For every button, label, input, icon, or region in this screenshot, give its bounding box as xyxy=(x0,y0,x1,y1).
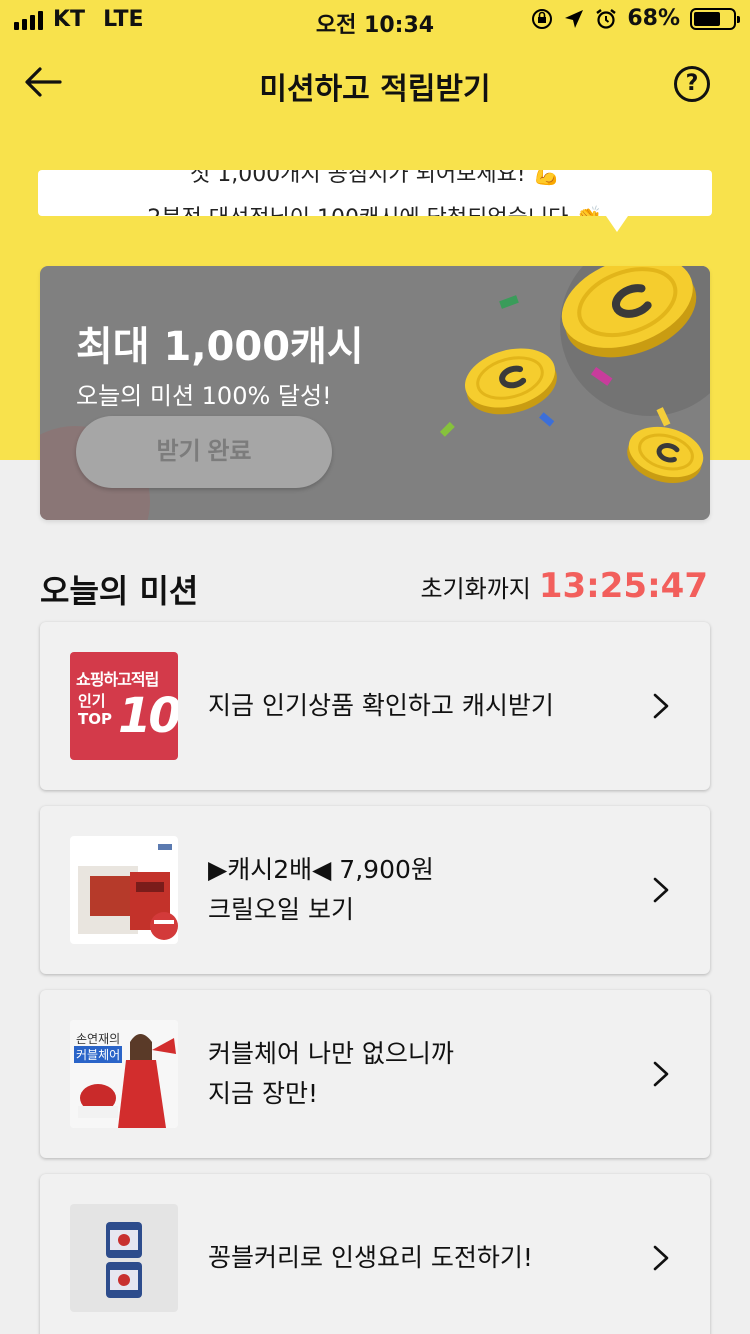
mission-line-2: 지금 장만! xyxy=(208,1079,318,1108)
location-icon xyxy=(565,9,584,28)
orientation-lock-icon xyxy=(532,8,553,29)
nav-bar: 미션하고 적립받기 ? xyxy=(0,50,750,120)
mission-text: 커블체어 나만 없으니까 지금 장만! xyxy=(208,990,454,1158)
mission-text: 꽁블커리로 인생요리 도전하기! xyxy=(208,1174,533,1334)
top10-thumbnail: 쇼핑하고적립 인기 TOP 10 xyxy=(70,652,178,760)
help-icon[interactable]: ? xyxy=(674,66,710,102)
thumb-text: TOP xyxy=(78,710,112,728)
curry-thumbnail xyxy=(70,1204,178,1312)
coins-illustration xyxy=(439,266,704,483)
reset-label: 초기화까지 xyxy=(420,575,531,603)
mission-line-2: 크릴오일 보기 xyxy=(208,895,354,924)
status-bar: KT LTE 오전 10:34 68% xyxy=(0,0,750,40)
chevron-right-icon[interactable] xyxy=(650,692,672,720)
chevron-right-icon[interactable] xyxy=(650,1060,672,1088)
chevron-right-icon[interactable] xyxy=(650,1244,672,1272)
mission-text: 지금 인기상품 확인하고 캐시받기 xyxy=(208,622,554,790)
reset-countdown: 초기화까지 13:25:47 xyxy=(420,566,708,606)
chevron-right-icon[interactable] xyxy=(650,876,672,904)
thumb-text: 쇼핑하고적립 xyxy=(76,670,159,689)
thumb-text: 손연재의 xyxy=(76,1032,121,1046)
page-title: 미션하고 적립받기 xyxy=(259,72,491,107)
thumb-text: 커블체어 xyxy=(74,1046,123,1063)
mission-card[interactable]: 손연재의 커블체어 커블체어 나만 없으니까 지금 장만! xyxy=(40,990,710,1158)
mission-card[interactable]: ▶캐시2배◀ 7,900원 크릴오일 보기 xyxy=(40,806,710,974)
reward-card: 최대 1,000캐시 오늘의 미션 100% 달성! 받기 완료 xyxy=(40,266,710,520)
alarm-icon xyxy=(596,8,617,29)
mission-line-1: 커블체어 나만 없으니까 xyxy=(208,1039,454,1068)
winner-ticker: 첫 1,000개지 공짐지가 되어보세요! 💪 2분전 대선정님이 100캐시에… xyxy=(38,170,712,216)
ticker-pointer xyxy=(606,216,628,232)
krill-oil-thumbnail xyxy=(70,836,178,944)
status-right: 68% xyxy=(531,6,740,31)
claim-complete-button[interactable]: 받기 완료 xyxy=(76,416,332,488)
mission-text: ▶캐시2배◀ 7,900원 크릴오일 보기 xyxy=(208,806,434,974)
mission-line-1: ▶캐시2배◀ 7,900원 xyxy=(208,855,434,884)
reward-subtitle: 오늘의 미션 100% 달성! xyxy=(76,382,332,410)
thumb-text: 10 xyxy=(118,688,178,744)
mission-line-1: 지금 인기상품 확인하고 캐시받기 xyxy=(208,691,554,720)
ticker-line: 첫 1,000개지 공짐지가 되어보세요! 💪 xyxy=(189,170,561,187)
thumb-text: 인기 xyxy=(78,692,106,710)
battery-fill xyxy=(694,11,720,26)
battery-percent: 68% xyxy=(627,6,680,31)
reward-title: 최대 1,000캐시 xyxy=(76,324,364,370)
reset-timer: 13:25:47 xyxy=(538,566,708,606)
chair-thumbnail: 손연재의 커블체어 xyxy=(70,1020,178,1128)
missions-title: 오늘의 미션 xyxy=(40,572,199,610)
mission-card[interactable]: 꽁블커리로 인생요리 도전하기! xyxy=(40,1174,710,1334)
ticker-line: 2분전 대선정님이 100캐시에 당첨되었습니다 👏 xyxy=(38,200,712,216)
mission-card[interactable]: 쇼핑하고적립 인기 TOP 10 지금 인기상품 확인하고 캐시받기 xyxy=(40,622,710,790)
mission-line-1: 꽁블커리로 인생요리 도전하기! xyxy=(208,1243,533,1272)
battery-icon xyxy=(690,7,740,30)
